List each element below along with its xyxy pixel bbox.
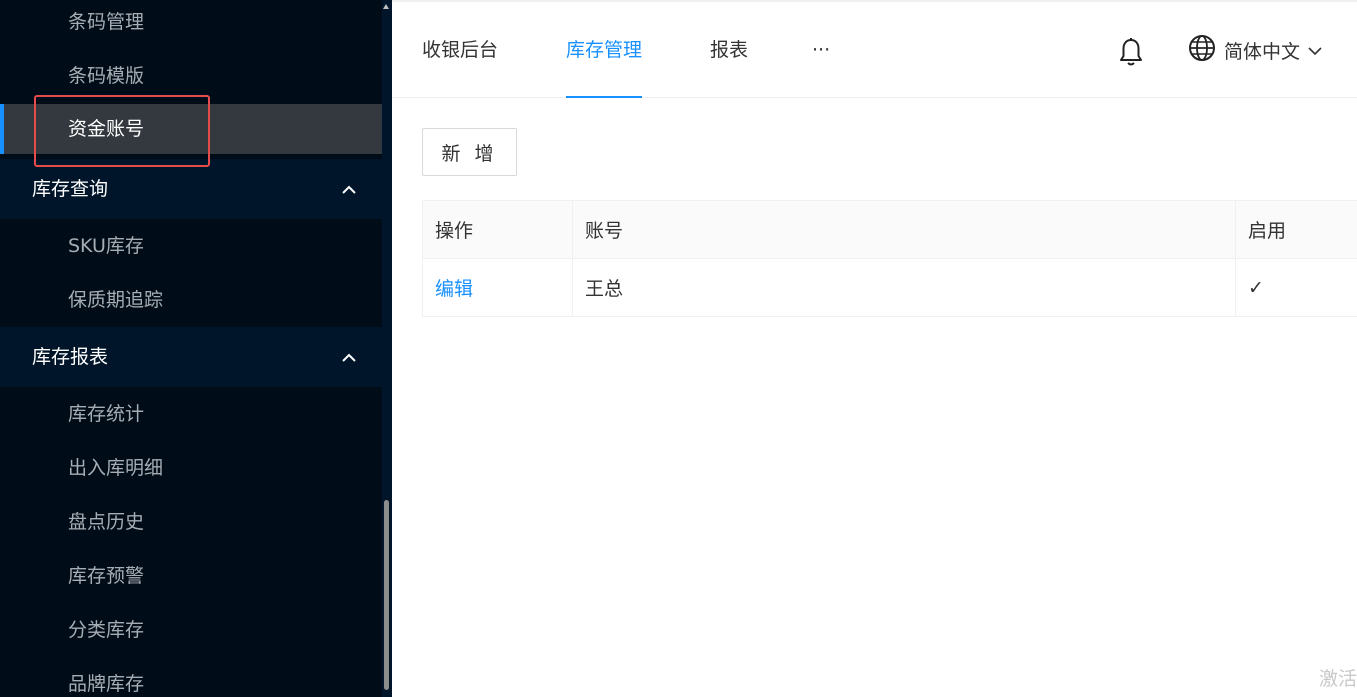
submenu-inventory-report: 库存统计 出入库明细 盘点历史 库存预警 分类库存 品牌库存: [0, 387, 382, 697]
sidebar-item-sku-inventory[interactable]: SKU库存: [0, 219, 382, 273]
column-header-enabled: 启用: [1235, 201, 1357, 258]
add-button[interactable]: 新 增: [422, 128, 517, 176]
chevron-down-icon: [1308, 39, 1322, 61]
enabled-check-icon: ✓: [1235, 259, 1357, 316]
chevron-up-icon: [342, 327, 356, 387]
bell-icon[interactable]: [1118, 37, 1144, 67]
table-row: 编辑 王总 ✓: [422, 259, 1357, 317]
accounts-table: 操作 账号 启用 编辑 王总 ✓: [422, 200, 1357, 317]
table-header-row: 操作 账号 启用: [422, 201, 1357, 259]
top-header: 收银后台 库存管理 报表 ··· 简体中文: [392, 0, 1357, 98]
submenu-inventory-query: SKU库存 保质期追踪: [0, 219, 382, 327]
sidebar-scrollbar-thumb[interactable]: [384, 500, 389, 690]
submenu-top: 条码管理 条码模版 资金账号: [0, 0, 382, 159]
column-header-action: 操作: [422, 201, 572, 258]
sidebar-menu: 条码管理 条码模版 资金账号 库存查询 SKU库存 保质期追踪 库存报表 库存统…: [0, 0, 382, 697]
sidebar-item-barcode-manage[interactable]: 条码管理: [0, 0, 382, 48]
sidebar-item-inventory-alert[interactable]: 库存预警: [0, 549, 382, 603]
globe-icon: [1188, 34, 1216, 67]
chevron-up-icon: [342, 159, 356, 219]
sidebar-item-in-out-detail[interactable]: 出入库明细: [0, 441, 382, 495]
sidebar-item-barcode-template[interactable]: 条码模版: [0, 48, 382, 104]
sidebar-item-fund-account[interactable]: 资金账号: [0, 104, 382, 154]
sidebar-item-inventory-stats[interactable]: 库存统计: [0, 387, 382, 441]
tab-reports[interactable]: 报表: [710, 2, 748, 98]
group-title: 库存查询: [32, 178, 109, 200]
sidebar: 条码管理 条码模版 资金账号 库存查询 SKU库存 保质期追踪 库存报表 库存统…: [0, 0, 392, 697]
group-header-inventory-report[interactable]: 库存报表: [0, 327, 382, 387]
language-label: 简体中文: [1224, 40, 1301, 63]
more-tabs-button[interactable]: ···: [812, 2, 830, 98]
language-selector[interactable]: 简体中文: [1188, 2, 1322, 98]
group-header-inventory-query[interactable]: 库存查询: [0, 159, 382, 219]
activation-watermark: 激活: [1319, 668, 1357, 690]
sidebar-item-shelf-life[interactable]: 保质期追踪: [0, 273, 382, 327]
column-header-account: 账号: [572, 201, 1235, 258]
scroll-up-arrow-icon[interactable]: [383, 4, 389, 9]
tab-cashier-backend[interactable]: 收银后台: [422, 2, 498, 98]
tab-inventory-management[interactable]: 库存管理: [566, 2, 643, 98]
sidebar-item-brand-inventory[interactable]: 品牌库存: [0, 657, 382, 697]
group-title: 库存报表: [32, 346, 109, 368]
action-cell: 编辑: [422, 259, 572, 316]
sidebar-item-category-inventory[interactable]: 分类库存: [0, 603, 382, 657]
edit-link[interactable]: 编辑: [435, 274, 473, 301]
sidebar-item-stocktake-history[interactable]: 盘点历史: [0, 495, 382, 549]
account-cell: 王总: [572, 259, 1235, 316]
